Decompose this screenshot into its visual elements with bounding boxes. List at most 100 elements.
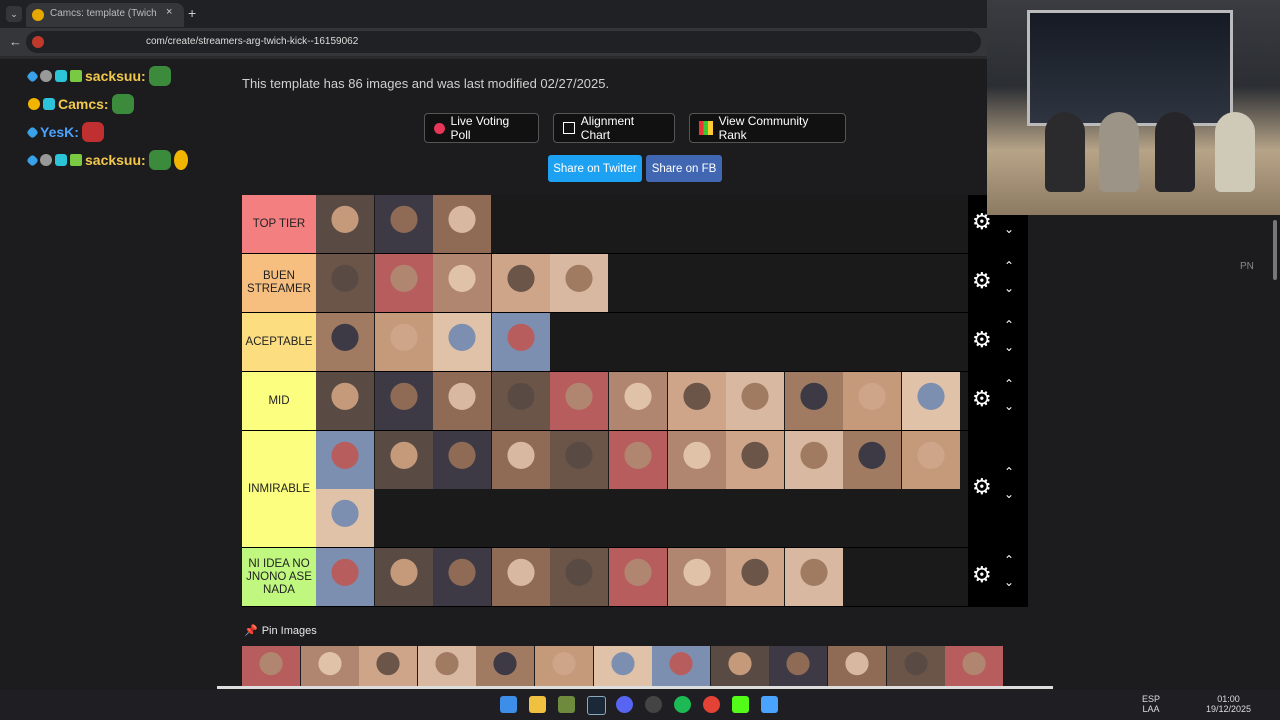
language-indicator[interactable]: ESP LAA <box>1142 694 1160 714</box>
tier-image[interactable] <box>901 372 960 430</box>
pool-image[interactable] <box>886 646 945 688</box>
chat-username[interactable]: Camcs: <box>58 96 109 112</box>
tier-image[interactable] <box>667 372 726 430</box>
tier-image[interactable] <box>726 431 785 489</box>
tier-image[interactable] <box>843 431 902 489</box>
tier-image[interactable] <box>316 313 374 371</box>
tier-items[interactable] <box>316 372 968 430</box>
tier-image[interactable] <box>316 548 374 606</box>
kick-icon[interactable] <box>732 696 749 713</box>
tier-image[interactable] <box>843 372 902 430</box>
tier-image[interactable] <box>667 548 726 606</box>
tier-items[interactable] <box>316 313 968 371</box>
pool-image[interactable] <box>710 646 769 688</box>
start-icon[interactable] <box>500 696 517 713</box>
chevron-up-icon[interactable]: ⌃ <box>1004 465 1014 479</box>
steam-icon[interactable] <box>587 696 606 715</box>
pool-image[interactable] <box>534 646 593 688</box>
share-twitter-button[interactable]: Share on Twitter <box>548 155 642 182</box>
site-info-icon[interactable] <box>32 36 44 48</box>
pool-image[interactable] <box>593 646 652 688</box>
tier-image[interactable] <box>316 489 374 547</box>
tier-image[interactable] <box>374 372 433 430</box>
pool-image[interactable] <box>359 646 418 688</box>
tier-image[interactable] <box>550 431 609 489</box>
tier-image[interactable] <box>901 431 960 489</box>
gear-icon[interactable]: ⚙ <box>972 268 992 294</box>
community-rank-button[interactable]: View Community Rank <box>689 113 846 143</box>
tier-image[interactable] <box>433 431 492 489</box>
pool-image[interactable] <box>827 646 886 688</box>
file-explorer-icon[interactable] <box>529 696 546 713</box>
chevron-down-icon[interactable]: ⌄ <box>1004 281 1014 295</box>
chat-username[interactable]: YesK: <box>40 124 79 140</box>
tier-image[interactable] <box>550 372 609 430</box>
pool-image[interactable] <box>242 646 300 688</box>
tier-image[interactable] <box>491 372 550 430</box>
pool-image[interactable] <box>476 646 535 688</box>
tier-items[interactable] <box>316 195 968 253</box>
omnibox[interactable]: com/create/streamers-arg-twich-kick--161… <box>26 31 981 53</box>
tier-image[interactable] <box>491 254 550 312</box>
gear-icon[interactable]: ⚙ <box>972 474 992 500</box>
clock[interactable]: 01:00 19/12/2025 <box>1206 694 1251 714</box>
tier-label[interactable]: BUEN STREAMER <box>242 254 316 312</box>
tab-close-icon[interactable]: × <box>166 6 172 18</box>
obs-icon[interactable] <box>645 696 662 713</box>
tier-image[interactable] <box>433 254 492 312</box>
alignment-chart-button[interactable]: Alignment Chart <box>553 113 675 143</box>
tier-image[interactable] <box>608 548 667 606</box>
chrome-icon[interactable] <box>703 696 720 713</box>
tier-image[interactable] <box>316 431 374 489</box>
tier-image[interactable] <box>374 548 433 606</box>
spotify-icon[interactable] <box>674 696 691 713</box>
chevron-down-icon[interactable]: ⌄ <box>1004 340 1014 354</box>
tier-image[interactable] <box>784 372 843 430</box>
tier-label[interactable]: ACEPTABLE <box>242 313 316 371</box>
tier-image[interactable] <box>491 548 550 606</box>
chat-username[interactable]: sacksuu: <box>85 152 146 168</box>
browser-tab[interactable]: Camcs: template (Twich × <box>26 3 184 27</box>
pool-image[interactable] <box>652 646 711 688</box>
chevron-down-icon[interactable]: ⌄ <box>1004 487 1014 501</box>
tier-image[interactable] <box>608 372 667 430</box>
tier-image[interactable] <box>726 548 785 606</box>
chevron-up-icon[interactable]: ⌃ <box>1004 377 1014 391</box>
pool-image[interactable] <box>769 646 828 688</box>
vertical-scrollbar-track[interactable] <box>1270 215 1280 685</box>
tier-label[interactable]: TOP TIER <box>242 195 316 253</box>
app-icon[interactable] <box>558 696 575 713</box>
chevron-up-icon[interactable]: ⌃ <box>1004 553 1014 567</box>
tier-image[interactable] <box>316 254 374 312</box>
tier-image[interactable] <box>316 372 374 430</box>
tier-label[interactable]: INMIRABLE <box>242 431 316 547</box>
tier-items[interactable] <box>316 431 968 547</box>
tier-image[interactable] <box>374 313 433 371</box>
tier-image[interactable] <box>374 254 433 312</box>
chat-username[interactable]: sacksuu: <box>85 68 146 84</box>
chevron-down-icon[interactable]: ⌄ <box>1004 575 1014 589</box>
url-text[interactable]: com/create/streamers-arg-twich-kick--161… <box>146 36 358 47</box>
tier-image[interactable] <box>608 431 667 489</box>
tier-image[interactable] <box>433 195 492 253</box>
tier-items[interactable] <box>316 548 968 606</box>
back-arrow-icon[interactable]: ← <box>9 34 22 49</box>
tier-items[interactable] <box>316 254 968 312</box>
tier-image[interactable] <box>374 195 433 253</box>
tier-image[interactable] <box>316 195 374 253</box>
pool-image[interactable] <box>300 646 359 688</box>
tier-image[interactable] <box>491 431 550 489</box>
tier-image[interactable] <box>784 548 843 606</box>
chevron-up-icon[interactable]: ⌃ <box>1004 318 1014 332</box>
notepad-icon[interactable] <box>761 696 778 713</box>
tier-label[interactable]: MID <box>242 372 316 430</box>
chevron-up-icon[interactable]: ⌃ <box>1004 259 1014 273</box>
horizontal-scrollbar[interactable] <box>217 686 1053 689</box>
tier-image[interactable] <box>726 372 785 430</box>
tier-image[interactable] <box>433 313 492 371</box>
gear-icon[interactable]: ⚙ <box>972 562 992 588</box>
tab-search-button[interactable]: ⌄ <box>6 6 22 22</box>
tier-image[interactable] <box>550 254 609 312</box>
pool-image[interactable] <box>945 646 1004 688</box>
tier-image[interactable] <box>433 372 492 430</box>
